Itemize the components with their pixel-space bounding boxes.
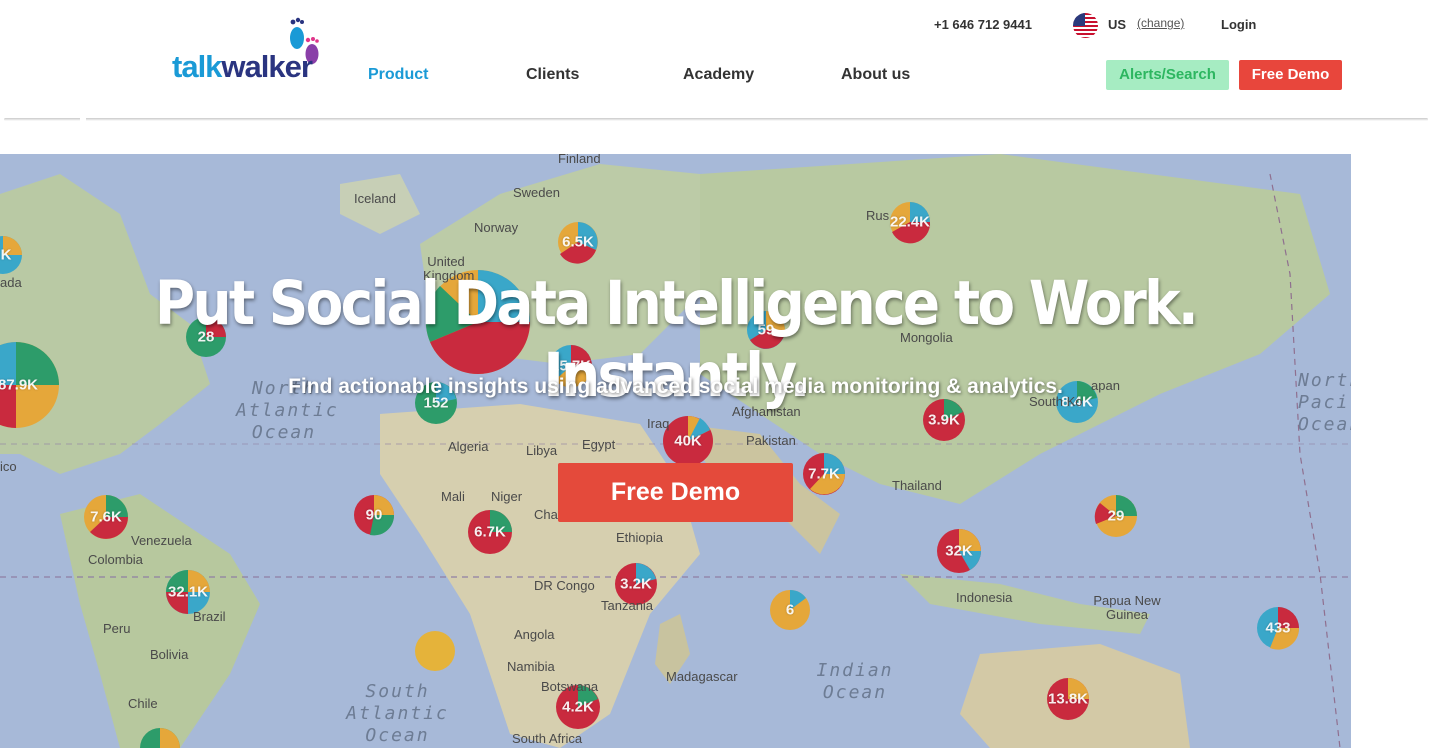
- phone-number[interactable]: +1 646 712 9441: [934, 15, 1032, 35]
- map-label: Pakistan: [746, 433, 796, 448]
- bubble-layer: [0, 202, 1300, 748]
- map-label: Libya: [526, 443, 558, 458]
- alerts-search-button[interactable]: Alerts/Search: [1106, 60, 1229, 90]
- map-label: Egypt: [582, 437, 616, 452]
- site-header: talkwalker Product Clients Academy About…: [0, 0, 1429, 122]
- ocean-label: South Atlantic Ocean: [346, 681, 449, 746]
- header-divider: [4, 118, 1428, 121]
- bubble-label: 3.9K: [928, 411, 960, 429]
- map-label: Iceland: [354, 191, 396, 206]
- flag-canton: [1073, 13, 1085, 26]
- ocean-label: Indian Ocean: [816, 660, 894, 703]
- login-link[interactable]: Login: [1221, 15, 1256, 35]
- bubble-label: 7.7K: [808, 465, 840, 483]
- bubble-label: 32K: [945, 542, 973, 560]
- nav-item-academy[interactable]: Academy: [683, 65, 754, 85]
- map-label: Algeria: [448, 439, 489, 454]
- map-label: Madagascar: [666, 669, 738, 684]
- bubble-label: 433: [1265, 619, 1291, 637]
- map-label: Rus: [866, 208, 890, 223]
- bubble-label: 6.7K: [474, 523, 506, 541]
- bubble-label: 90: [365, 506, 383, 524]
- region-label: US: [1108, 17, 1127, 32]
- map-label: Colombia: [88, 552, 143, 567]
- map-label: Indonesia: [956, 590, 1013, 605]
- logo-text-walker: walker: [221, 49, 313, 84]
- map-label: Namibia: [507, 659, 555, 674]
- bubble-label: 32.1K: [167, 583, 209, 601]
- talkwalker-logo[interactable]: talkwalker: [170, 14, 325, 84]
- map-label: Tanzania: [601, 598, 654, 613]
- nav-item-about-us[interactable]: About us: [841, 65, 910, 85]
- map-label: Niger: [491, 489, 523, 504]
- map-label: ada: [0, 275, 22, 290]
- bubble-label: 13.8K: [1047, 690, 1089, 708]
- map-label: Brazil: [193, 609, 226, 624]
- map-label: Norway: [474, 220, 519, 235]
- hero-section: 6.5K 22.4K 28 15.7K 152 40K 3.9K 8.4K 7.…: [0, 154, 1351, 748]
- map-label: Papua New Guinea: [1093, 593, 1161, 622]
- free-demo-header-button[interactable]: Free Demo: [1239, 60, 1342, 90]
- map-label: Iraq: [647, 416, 670, 431]
- bubble-label: 7.6K: [90, 508, 122, 526]
- map-label: Venezuela: [131, 533, 192, 548]
- map-label: Botswana: [541, 679, 599, 694]
- region-change-link[interactable]: (change): [1137, 16, 1184, 30]
- bubble-label: 6: [785, 601, 795, 619]
- map-label: Mali: [441, 489, 465, 504]
- logo-wordmark: talkwalker: [172, 49, 313, 84]
- us-flag-icon[interactable]: [1073, 13, 1098, 38]
- map-label: DR Congo: [534, 578, 595, 593]
- map-label: Bolivia: [150, 647, 189, 662]
- bubble-label: 4.2K: [562, 698, 594, 716]
- map-label: Thailand: [892, 478, 942, 493]
- bubble-label: K: [0, 246, 12, 264]
- map-label: Chile: [128, 696, 158, 711]
- bubble-label: 29: [1107, 507, 1125, 525]
- bubble-label: 6.5K: [562, 233, 594, 251]
- bubble-label: 22.4K: [889, 213, 931, 231]
- bubble-yellow-atlantic: [415, 631, 455, 671]
- map-label: Peru: [103, 621, 131, 636]
- bubble-bottom-left: [140, 728, 180, 748]
- logo-text-talk: talk: [172, 49, 222, 84]
- nav-item-product[interactable]: Product: [368, 65, 428, 85]
- map-label: Ethiopia: [616, 530, 663, 545]
- map-label: South Africa: [512, 731, 583, 746]
- map-label: ico: [0, 459, 17, 474]
- map-label: Sweden: [513, 185, 560, 200]
- bubble-label: 3.2K: [620, 575, 652, 593]
- bubble-label: 40K: [674, 432, 702, 450]
- hero-subtitle: Find actionable insights using advanced …: [288, 375, 1063, 398]
- nav-item-clients[interactable]: Clients: [526, 65, 579, 85]
- map-label: Angola: [514, 627, 555, 642]
- header-divider-gap: [80, 116, 86, 124]
- map-label: Cha: [534, 507, 558, 522]
- free-demo-hero-button[interactable]: Free Demo: [558, 463, 793, 522]
- map-label: Finland: [558, 154, 601, 166]
